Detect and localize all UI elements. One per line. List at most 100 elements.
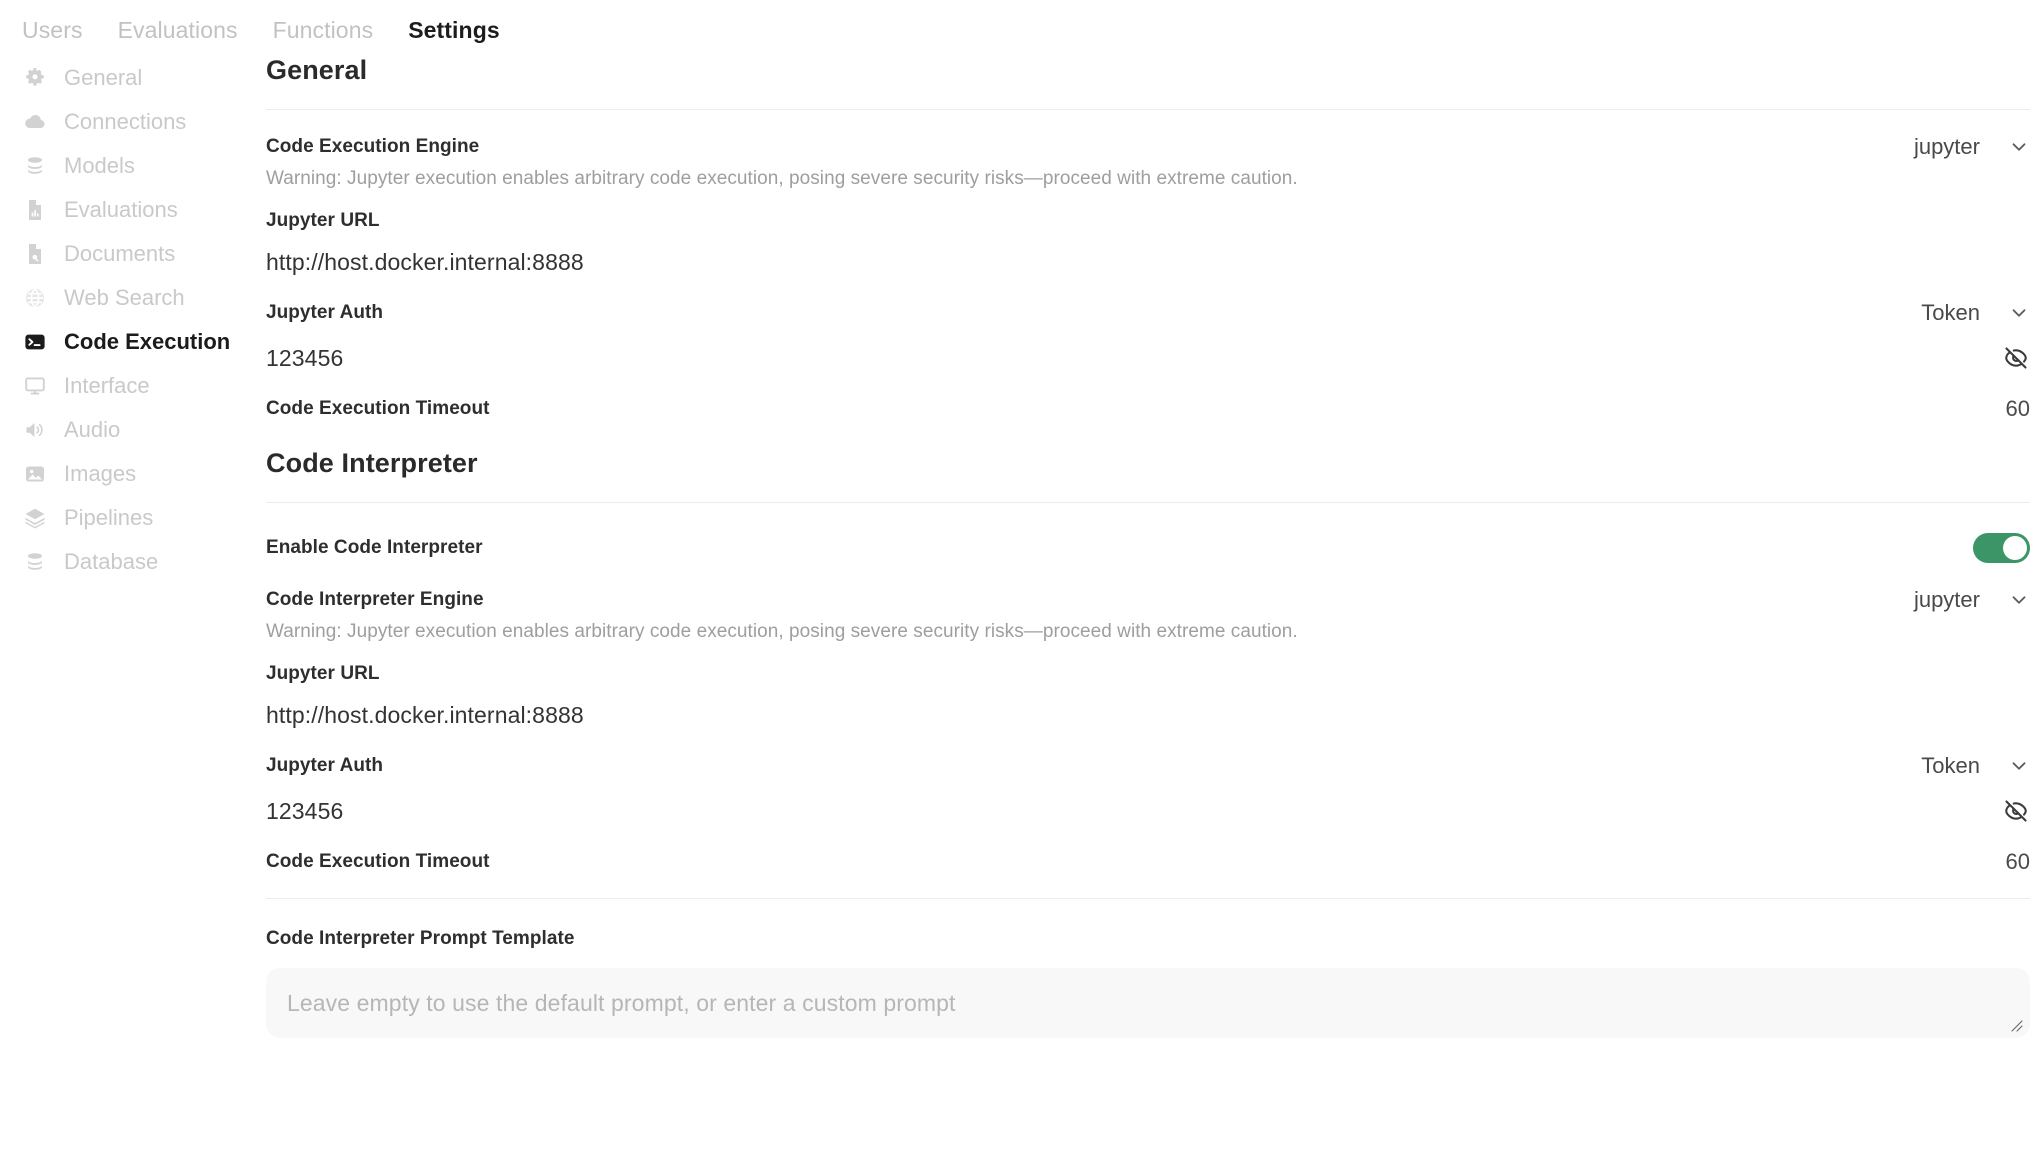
sidebar-item-label: Web Search xyxy=(64,285,185,310)
sidebar-item-code-execution[interactable]: Code Execution xyxy=(0,320,260,364)
code-interpreter-engine-select[interactable]: jupyter xyxy=(1914,587,2030,613)
database-stack-icon xyxy=(22,153,48,179)
chevron-down-icon xyxy=(2008,589,2030,611)
jupyter-auth-select[interactable]: Token xyxy=(1921,300,2030,326)
code-interpreter-engine-row: Code Interpreter Engine jupyter xyxy=(266,587,2030,613)
speaker-icon xyxy=(22,417,48,443)
eye-off-icon[interactable] xyxy=(2002,797,2030,825)
jupyter-auth-value: Token xyxy=(1921,753,1980,778)
document-search-icon xyxy=(22,241,48,267)
general-token-row: 123456 xyxy=(266,344,2030,372)
sidebar-item-audio[interactable]: Audio xyxy=(0,408,260,452)
sidebar-item-label: Database xyxy=(64,549,159,574)
enable-code-interpreter-label: Enable Code Interpreter xyxy=(266,537,483,558)
sidebar-item-label: Audio xyxy=(64,417,121,442)
general-jupyter-auth-row: Jupyter Auth Token xyxy=(266,300,2030,326)
sidebar-item-label: Code Execution xyxy=(64,329,231,354)
tab-users[interactable]: Users xyxy=(22,17,83,44)
interpreter-jupyter-url-label-row: Jupyter URL xyxy=(266,663,2030,685)
jupyter-auth-label: Jupyter Auth xyxy=(266,755,384,776)
sidebar-item-label: Connections xyxy=(64,109,187,134)
jupyter-url-value: http://host.docker.internal:8888 xyxy=(266,702,584,728)
terminal-icon xyxy=(22,329,48,355)
layers-icon xyxy=(22,505,48,531)
sidebar-item-label: Images xyxy=(64,461,137,486)
code-execution-engine-row: Code Execution Engine jupyter xyxy=(266,134,2030,160)
prompt-template-placeholder: Leave empty to use the default prompt, o… xyxy=(287,989,956,1016)
image-icon xyxy=(22,461,48,487)
sidebar-item-connections[interactable]: Connections xyxy=(0,100,260,144)
sidebar-item-documents[interactable]: Documents xyxy=(0,232,260,276)
toggle-knob xyxy=(2003,536,2027,560)
code-execution-engine-select[interactable]: jupyter xyxy=(1914,134,2030,160)
sidebar-item-pipelines[interactable]: Pipelines xyxy=(0,496,260,540)
sidebar-item-label: Pipelines xyxy=(64,505,154,530)
sidebar-item-general[interactable]: General xyxy=(0,56,260,100)
database-stack-icon xyxy=(22,549,48,575)
code-execution-engine-value: jupyter xyxy=(1913,134,1980,159)
interpreter-timeout-row: Code Execution Timeout 60 xyxy=(266,849,2030,875)
sidebar-item-label: Evaluations xyxy=(64,197,178,222)
prompt-template-label-row: Code Interpreter Prompt Template xyxy=(266,928,2030,950)
chevron-down-icon xyxy=(2008,136,2030,158)
interpreter-jupyter-auth-row: Jupyter Auth Token xyxy=(266,753,2030,779)
jupyter-url-label: Jupyter URL xyxy=(266,663,380,684)
jupyter-token-input[interactable]: 123456 xyxy=(266,798,343,825)
cloud-icon xyxy=(22,109,48,135)
code-execution-timeout-input[interactable]: 60 xyxy=(2006,396,2030,422)
eye-off-icon[interactable] xyxy=(2002,344,2030,372)
section-heading-general: General xyxy=(266,55,368,85)
sidebar-item-label: Models xyxy=(64,153,135,178)
sidebar-item-evaluations[interactable]: Evaluations xyxy=(0,188,260,232)
sidebar-item-interface[interactable]: Interface xyxy=(0,364,260,408)
prompt-template-textarea[interactable]: Leave empty to use the default prompt, o… xyxy=(266,968,2030,1038)
tab-functions[interactable]: Functions xyxy=(273,17,374,44)
gear-icon xyxy=(22,65,48,91)
settings-page: Users Evaluations Functions Settings Gen… xyxy=(0,0,2030,1174)
section-heading-code-interpreter: Code Interpreter xyxy=(266,448,478,478)
code-execution-engine-warning: Warning: Jupyter execution enables arbit… xyxy=(266,168,1298,189)
interpreter-jupyter-url-input[interactable]: http://host.docker.internal:8888 xyxy=(266,702,2030,729)
interpreter-token-row: 123456 xyxy=(266,797,2030,825)
sidebar-item-web-search[interactable]: Web Search xyxy=(0,276,260,320)
code-execution-timeout-label: Code Execution Timeout xyxy=(266,398,490,419)
sidebar-item-label: Interface xyxy=(64,373,150,398)
settings-content: General Code Execution Engine jupyter Wa… xyxy=(266,44,2030,1174)
jupyter-auth-select[interactable]: Token xyxy=(1921,753,2030,779)
jupyter-auth-label: Jupyter Auth xyxy=(266,302,384,323)
sidebar-item-images[interactable]: Images xyxy=(0,452,260,496)
code-execution-engine-warning-row: Warning: Jupyter execution enables arbit… xyxy=(266,168,2030,190)
settings-sidebar: General Connections Models Evaluations D xyxy=(0,56,260,584)
resize-handle-icon[interactable] xyxy=(2008,1017,2024,1033)
section-divider xyxy=(266,898,2030,899)
general-jupyter-url-input[interactable]: http://host.docker.internal:8888 xyxy=(266,249,2030,276)
code-interpreter-engine-label: Code Interpreter Engine xyxy=(266,589,484,610)
code-interpreter-engine-value: jupyter xyxy=(1913,587,1980,612)
section-divider xyxy=(266,109,2030,110)
sidebar-item-database[interactable]: Database xyxy=(0,540,260,584)
globe-icon xyxy=(22,285,48,311)
code-execution-engine-label: Code Execution Engine xyxy=(266,136,480,157)
code-interpreter-engine-warning: Warning: Jupyter execution enables arbit… xyxy=(266,621,1298,642)
prompt-template-label: Code Interpreter Prompt Template xyxy=(266,928,575,949)
monitor-icon xyxy=(22,373,48,399)
sidebar-item-models[interactable]: Models xyxy=(0,144,260,188)
sidebar-item-label: Documents xyxy=(64,241,176,266)
section-divider xyxy=(266,502,2030,503)
jupyter-url-value: http://host.docker.internal:8888 xyxy=(266,249,584,275)
jupyter-token-input[interactable]: 123456 xyxy=(266,345,343,372)
enable-code-interpreter-toggle[interactable] xyxy=(1973,533,2030,563)
sidebar-item-label: General xyxy=(64,65,143,90)
tab-settings[interactable]: Settings xyxy=(408,17,500,44)
code-execution-timeout-label: Code Execution Timeout xyxy=(266,851,490,872)
enable-code-interpreter-row: Enable Code Interpreter xyxy=(266,533,2030,563)
document-chart-icon xyxy=(22,197,48,223)
code-execution-timeout-input[interactable]: 60 xyxy=(2006,849,2030,875)
tab-evaluations[interactable]: Evaluations xyxy=(118,17,238,44)
chevron-down-icon xyxy=(2008,302,2030,324)
chevron-down-icon xyxy=(2008,755,2030,777)
general-jupyter-url-label-row: Jupyter URL xyxy=(266,210,2030,232)
general-timeout-row: Code Execution Timeout 60 xyxy=(266,396,2030,422)
code-interpreter-engine-warning-row: Warning: Jupyter execution enables arbit… xyxy=(266,621,2030,643)
jupyter-url-label: Jupyter URL xyxy=(266,210,380,231)
